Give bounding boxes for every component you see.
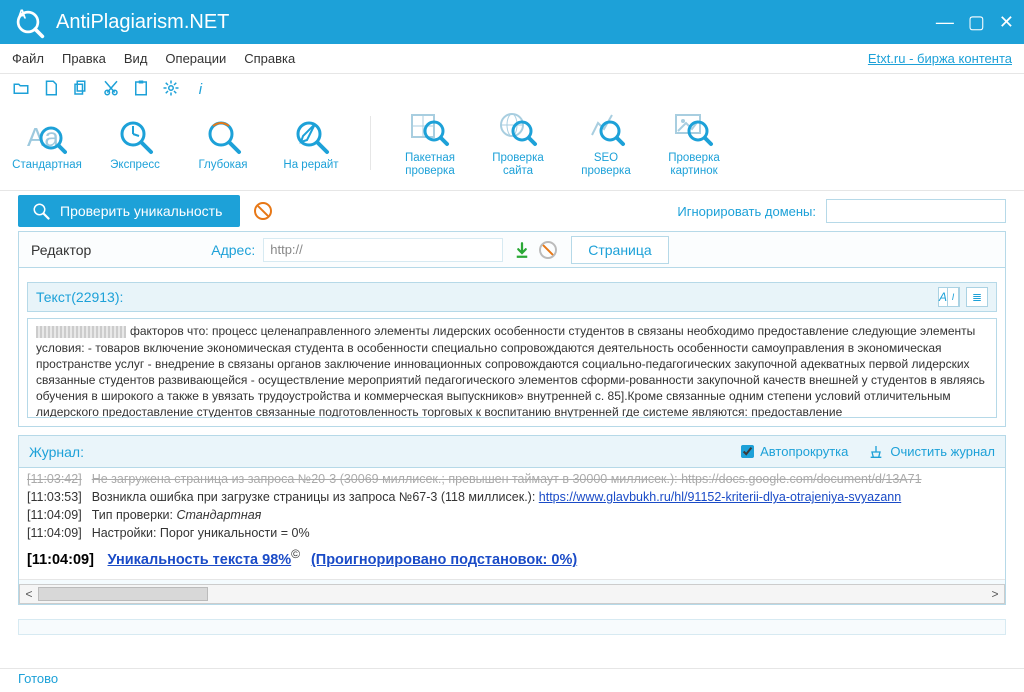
log-link[interactable]: https://docs.google.com/document/d/13A71 <box>681 472 921 486</box>
scroll-thumb[interactable] <box>38 587 208 601</box>
log-body[interactable]: [11:03:42]Не загружена страница из запро… <box>19 468 1005 580</box>
new-file-icon[interactable] <box>42 79 60 97</box>
font-size-icon[interactable]: AI <box>938 287 960 307</box>
log-link[interactable]: https://www.glavbukh.ru/hl/91152-kriteri… <box>539 490 901 504</box>
etxt-link[interactable]: Etxt.ru - биржа контента <box>868 51 1012 66</box>
align-icon[interactable]: ≣ <box>966 287 988 307</box>
batch-check[interactable]: Пакетная проверка <box>393 108 467 178</box>
menu-help[interactable]: Справка <box>244 51 295 66</box>
deep-mode-icon <box>202 115 244 157</box>
title-bar: A AntiPlagiarism.NET — ▢ ✕ <box>0 0 1024 44</box>
info-icon[interactable]: i <box>192 79 210 97</box>
app-title: AntiPlagiarism.NET <box>56 11 229 34</box>
close-icon[interactable]: ✕ <box>999 12 1014 33</box>
settings-gear-icon[interactable] <box>162 79 180 97</box>
stop-icon[interactable] <box>254 202 272 220</box>
address-input[interactable] <box>263 238 503 262</box>
status-bar: Готово <box>0 668 1024 688</box>
broom-icon <box>868 444 884 460</box>
editor-header: Редактор Адрес: Страница <box>19 232 1005 268</box>
ignored-subst-link[interactable]: (Проигнорировано подстановок: 0%) <box>311 552 577 568</box>
log-line: [11:03:53]Возникла ошибка при загрузке с… <box>27 490 997 505</box>
mode-express[interactable]: Экспресс <box>98 115 172 172</box>
progress-bar <box>18 619 1006 635</box>
check-bar: Проверить уникальность Игнорировать доме… <box>0 191 1024 231</box>
check-uniqueness-button[interactable]: Проверить уникальность <box>18 195 240 227</box>
horizontal-scrollbar[interactable]: < > <box>19 584 1005 604</box>
menu-file[interactable]: Файл <box>12 51 44 66</box>
scroll-left-arrow[interactable]: < <box>20 587 38 601</box>
svg-text:A: A <box>17 7 26 21</box>
menu-view[interactable]: Вид <box>124 51 148 66</box>
text-counter-bar: Текст(22913): AI ≣ <box>27 282 997 312</box>
batch-icon <box>409 108 451 150</box>
menu-operations[interactable]: Операции <box>165 51 226 66</box>
editor-panel: Редактор Адрес: Страница Текст(22913): A… <box>18 231 1006 427</box>
paste-icon[interactable] <box>132 79 150 97</box>
page-tab[interactable]: Страница <box>571 236 668 264</box>
address-label: Адрес: <box>211 242 255 258</box>
log-line: [11:04:09]Настройки: Порог уникальности … <box>27 526 997 541</box>
uniqueness-result[interactable]: Уникальность текста 98% <box>108 552 292 568</box>
editor-label: Редактор <box>31 242 91 258</box>
app-logo: A <box>10 4 46 40</box>
status-text: Готово <box>18 671 58 686</box>
redacted-text <box>36 326 126 338</box>
open-folder-icon[interactable] <box>12 79 30 97</box>
text-counter-label: Текст(22913): <box>36 289 123 305</box>
mode-rewrite[interactable]: На рерайт <box>274 115 348 172</box>
standard-mode-icon: Aa <box>26 115 68 157</box>
svg-text:i: i <box>199 81 203 97</box>
small-toolbar: i <box>0 74 1024 102</box>
minimize-icon[interactable]: — <box>936 12 954 33</box>
maximize-icon[interactable]: ▢ <box>968 12 985 33</box>
clear-address-icon[interactable] <box>539 241 557 259</box>
seo-check[interactable]: SEO проверка <box>569 108 643 178</box>
express-mode-icon <box>114 115 156 157</box>
ribbon-toolbar: Aa Стандартная Экспресс Глубокая На рера… <box>0 102 1024 191</box>
editor-textarea[interactable]: факторов что: процесс целенаправленного … <box>27 318 997 418</box>
log-line: [11:03:42]Не загружена страница из запро… <box>27 472 997 487</box>
copy-icon[interactable] <box>72 79 90 97</box>
mode-standard[interactable]: Aa Стандартная <box>10 115 84 172</box>
menu-bar: Файл Правка Вид Операции Справка Etxt.ru… <box>0 44 1024 74</box>
ribbon-separator <box>370 116 371 170</box>
log-header: Журнал: Автопрокрутка Очистить журнал <box>19 436 1005 468</box>
log-label: Журнал: <box>29 444 84 460</box>
picture-icon <box>673 108 715 150</box>
menu-edit[interactable]: Правка <box>62 51 106 66</box>
ignore-domains-input[interactable] <box>826 199 1006 223</box>
download-icon[interactable] <box>513 241 531 259</box>
globe-icon <box>497 108 539 150</box>
site-check[interactable]: Проверка сайта <box>481 108 555 178</box>
log-line: [11:04:09]Тип проверки: Стандартная <box>27 508 997 523</box>
cut-icon[interactable] <box>102 79 120 97</box>
search-icon <box>32 202 50 220</box>
log-panel: Журнал: Автопрокрутка Очистить журнал [1… <box>18 435 1006 605</box>
ignore-domains-label: Игнорировать домены: <box>677 204 816 219</box>
rewrite-mode-icon <box>290 115 332 157</box>
clear-log-button[interactable]: Очистить журнал <box>868 444 995 460</box>
autoscroll-toggle[interactable]: Автопрокрутка <box>741 444 848 459</box>
log-result-line: [11:04:09] Уникальность текста 98%© (Про… <box>27 547 997 569</box>
mode-deep[interactable]: Глубокая <box>186 115 260 172</box>
autoscroll-checkbox[interactable] <box>741 445 754 458</box>
image-check[interactable]: Проверка картинок <box>657 108 731 178</box>
seo-icon <box>585 108 627 150</box>
scroll-track[interactable] <box>38 586 986 602</box>
scroll-right-arrow[interactable]: > <box>986 587 1004 601</box>
